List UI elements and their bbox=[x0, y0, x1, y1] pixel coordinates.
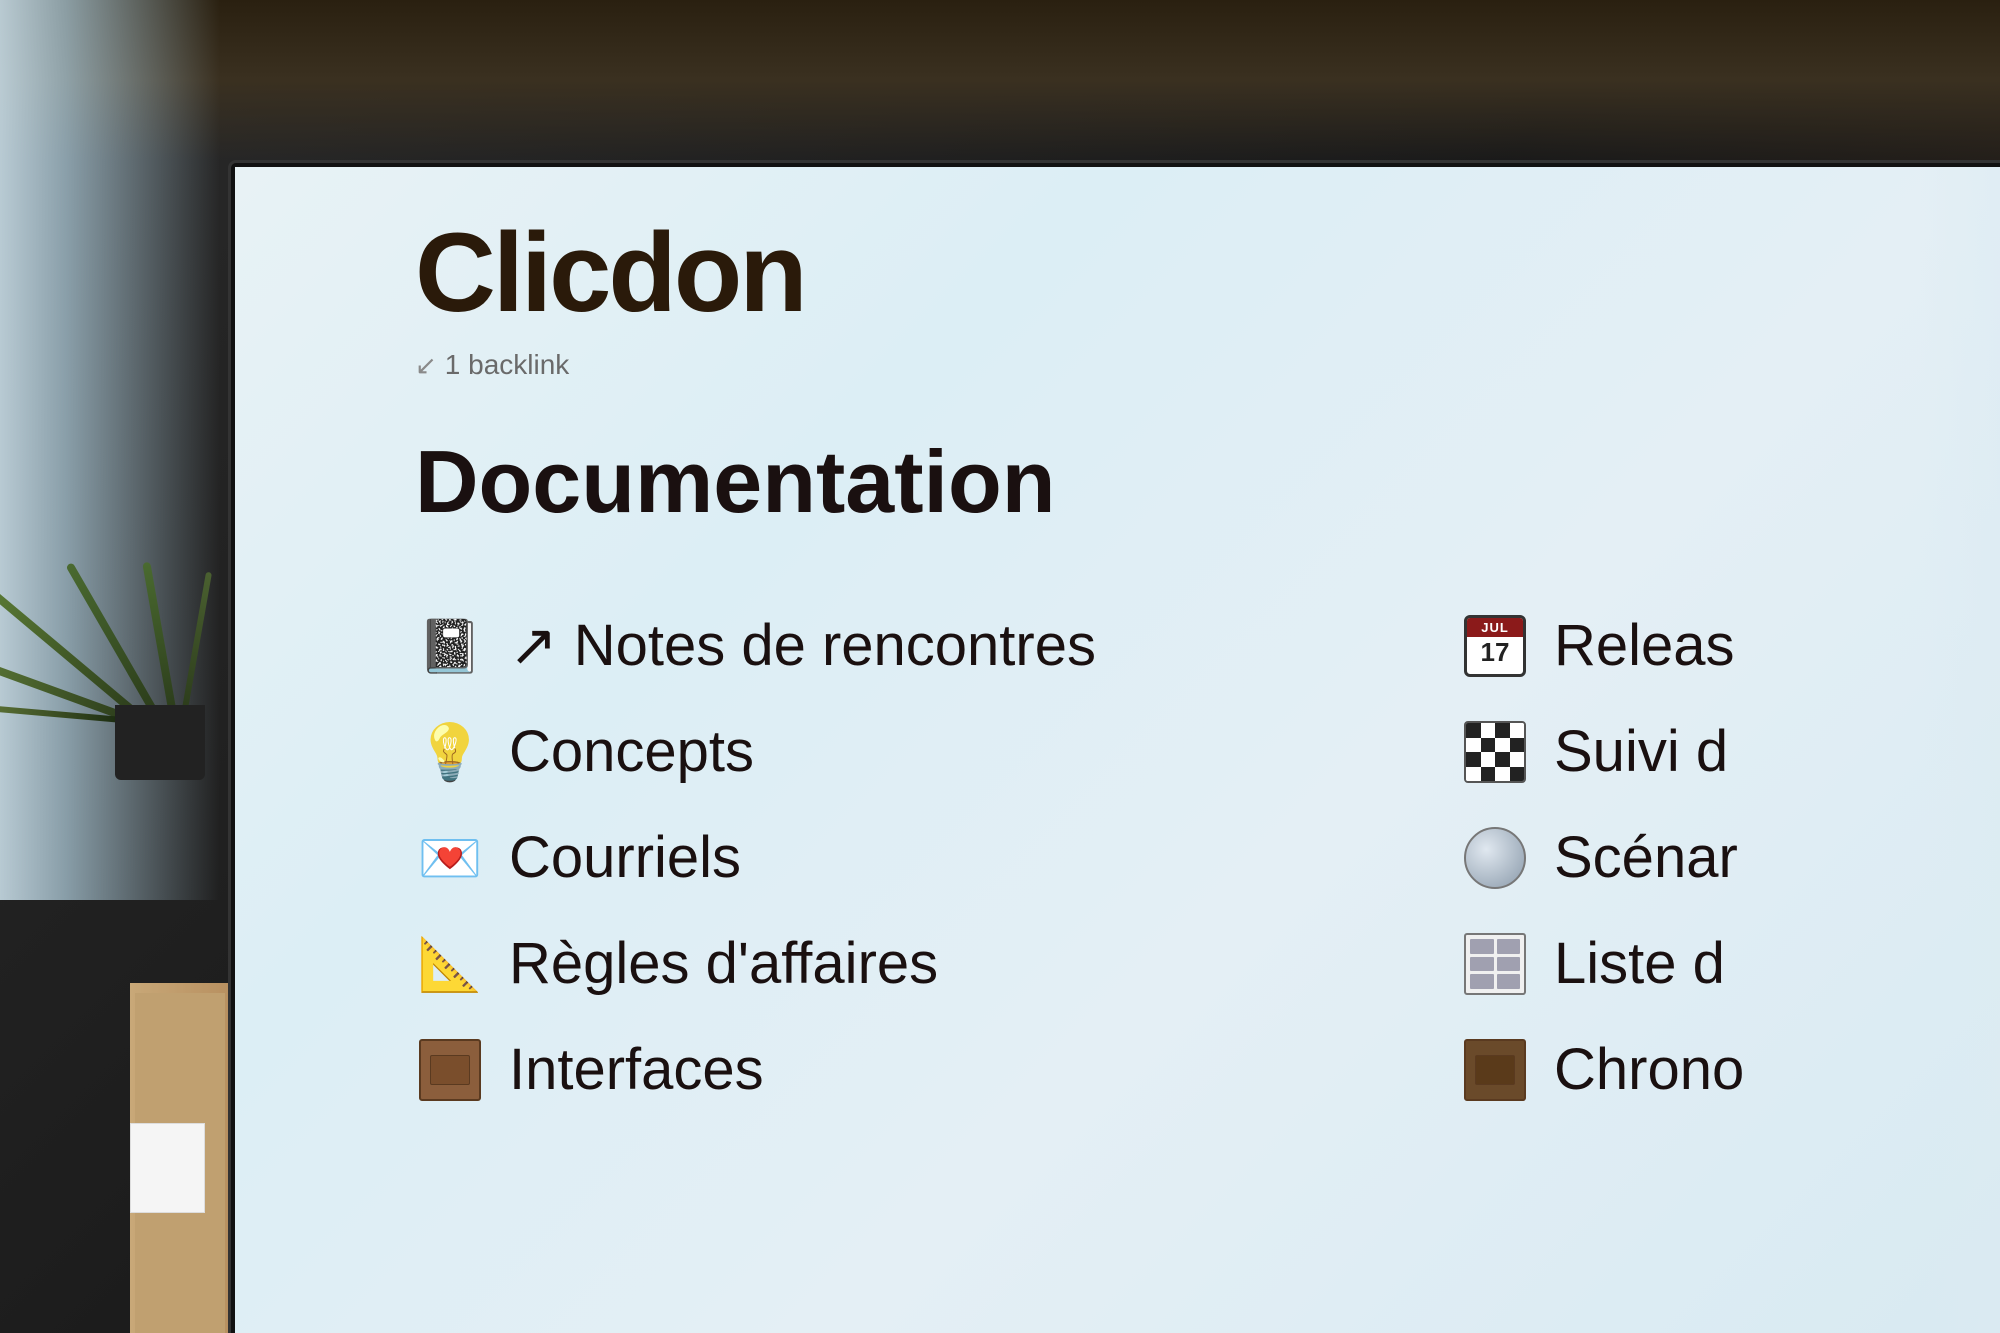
doc-item-notes-rencontres[interactable]: 📓 ↗ Notes de rencontres bbox=[415, 593, 1096, 699]
doc-item-label-concepts: Concepts bbox=[509, 720, 754, 784]
doc-item-concepts[interactable]: 💡 Concepts bbox=[415, 699, 1096, 805]
screen-content: Clicdon ↙ 1 backlink Documentation 📓 ↗ N… bbox=[355, 197, 2000, 1333]
calendar-17-icon: JUL 17 bbox=[1460, 611, 1530, 681]
section-heading: Documentation bbox=[415, 431, 1940, 533]
right-item-releases[interactable]: JUL 17 Releas bbox=[1460, 593, 1960, 699]
backlink-text: 1 backlink bbox=[445, 349, 570, 381]
doc-item-interfaces[interactable]: Interfaces bbox=[415, 1017, 1096, 1123]
right-item-label-chrono: Chrono bbox=[1554, 1038, 1744, 1102]
plant-pot bbox=[115, 705, 205, 780]
lightbulb-icon: 💡 bbox=[415, 717, 485, 787]
globe-sphere-icon bbox=[1460, 823, 1530, 893]
right-item-label-suivi: Suivi d bbox=[1554, 720, 1728, 784]
box-package-icon bbox=[415, 1035, 485, 1105]
backlink-row[interactable]: ↙ 1 backlink bbox=[415, 349, 1940, 381]
screen: Clicdon ↙ 1 backlink Documentation 📓 ↗ N… bbox=[235, 167, 2000, 1333]
box-brown-icon bbox=[1460, 1035, 1530, 1105]
brick-blocks-icon bbox=[1460, 929, 1530, 999]
triangle-ruler-icon: 📐 bbox=[415, 929, 485, 999]
calendar-date: 17 bbox=[1481, 639, 1510, 665]
two-column-layout: 📓 ↗ Notes de rencontres 💡 Concepts 💌 bbox=[415, 593, 1940, 1123]
doc-item-label-interfaces: Interfaces bbox=[509, 1038, 764, 1102]
doc-item-label-regles: Règles d'affaires bbox=[509, 932, 938, 996]
doc-item-courriels[interactable]: 💌 Courriels bbox=[415, 805, 1096, 911]
doc-item-regles[interactable]: 📐 Règles d'affaires bbox=[415, 911, 1096, 1017]
heart-envelope-icon: 💌 bbox=[415, 823, 485, 893]
checkerboard-icon bbox=[1460, 717, 1530, 787]
right-item-label-releases: Releas bbox=[1554, 614, 1735, 678]
doc-item-label-courriels: Courriels bbox=[509, 826, 741, 890]
shelf-note bbox=[130, 1123, 205, 1213]
right-item-liste[interactable]: Liste d bbox=[1460, 911, 1960, 1017]
doc-list: 📓 ↗ Notes de rencontres 💡 Concepts 💌 bbox=[415, 593, 1096, 1123]
backlink-icon: ↙ bbox=[415, 350, 437, 381]
notebook-with-arrow-icon: 📓 bbox=[415, 611, 485, 681]
calendar-month: JUL bbox=[1467, 618, 1523, 637]
doc-item-label-notes: ↗ Notes de rencontres bbox=[509, 614, 1096, 678]
right-column: JUL 17 Releas bbox=[1460, 593, 1960, 1123]
page-title-area: Clicdon ↙ 1 backlink bbox=[415, 217, 1940, 381]
right-item-suivi[interactable]: Suivi d bbox=[1460, 699, 1960, 805]
right-item-label-liste: Liste d bbox=[1554, 932, 1725, 996]
page-title: Clicdon bbox=[415, 217, 1940, 329]
right-item-label-scenarios: Scénar bbox=[1554, 826, 1738, 890]
right-item-chrono[interactable]: Chrono bbox=[1460, 1017, 1960, 1123]
room-ceiling bbox=[0, 0, 2000, 160]
right-item-scenarios[interactable]: Scénar bbox=[1460, 805, 1960, 911]
